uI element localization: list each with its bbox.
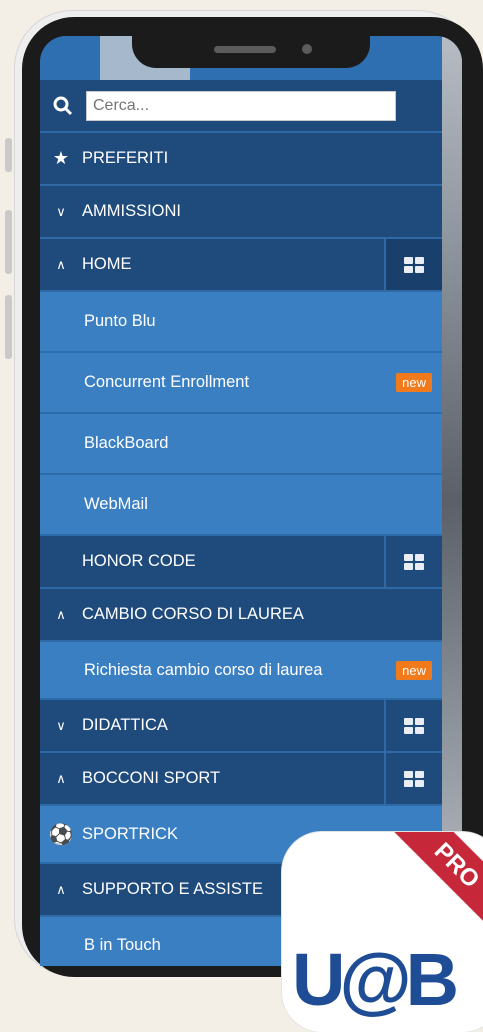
chevron-up-icon: ∧ <box>56 606 66 622</box>
ribbon-label: PRO <box>428 837 483 894</box>
screen: ★ PREFERITI ∨ AMMISSIONI ∧ HOME Punto Bl… <box>40 36 462 966</box>
menu-item-label: HONOR CODE <box>82 552 196 570</box>
menu-item-label: PREFERITI <box>82 149 169 167</box>
front-camera <box>302 44 312 54</box>
volume-up-button <box>5 210 12 274</box>
new-badge: new <box>396 660 432 680</box>
menu-item-label: AMMISSIONI <box>82 202 182 220</box>
speaker-grille <box>214 46 276 53</box>
grid-icon[interactable] <box>384 239 442 290</box>
phone-notch <box>132 36 370 68</box>
submenu-item-label: Punto Blu <box>84 312 156 330</box>
submenu-item-punto-blu[interactable]: Punto Blu <box>40 292 442 353</box>
menu-item-change-course[interactable]: ∧ CAMBIO CORSO DI LAUREA <box>40 589 442 642</box>
menu-item-teaching[interactable]: ∨ DIDATTICA <box>40 700 442 753</box>
menu-item-honor-code[interactable]: HONOR CODE <box>40 536 442 589</box>
grid-icon[interactable] <box>384 700 442 751</box>
search-bar <box>40 80 442 133</box>
grid-icon[interactable] <box>384 536 442 587</box>
chevron-up-icon: ∧ <box>56 256 66 272</box>
grid-icon[interactable] <box>384 753 442 804</box>
app-logo: U@B <box>292 938 459 1021</box>
submenu-item-label: Richiesta cambio corso di laurea <box>84 660 323 679</box>
submenu-item-label: WebMail <box>84 495 148 513</box>
background-photo <box>442 36 462 966</box>
app-icon: PRO U@B <box>282 832 483 1032</box>
new-badge: new <box>396 373 432 392</box>
search-input[interactable] <box>86 90 396 121</box>
chevron-down-icon: ∨ <box>56 717 66 733</box>
mute-switch <box>5 138 12 172</box>
submenu-item-blackboard[interactable]: BlackBoard <box>40 414 442 475</box>
soccer-ball-icon: ⚽ <box>48 823 74 846</box>
submenu-item-change-course-request[interactable]: Richiesta cambio corso di laurea new <box>40 642 442 700</box>
search-icon[interactable] <box>40 96 86 116</box>
chevron-up-icon: ∧ <box>56 770 66 786</box>
menu-item-bocconi-sport[interactable]: ∧ BOCCONI SPORT <box>40 753 442 806</box>
menu-item-label: CAMBIO CORSO DI LAUREA <box>82 605 304 623</box>
pro-ribbon: PRO <box>372 832 483 946</box>
submenu-item-webmail[interactable]: WebMail <box>40 475 442 536</box>
submenu-item-label: Concurrent Enrollment <box>84 373 250 391</box>
volume-down-button <box>5 295 12 359</box>
menu-item-home[interactable]: ∧ HOME <box>40 239 442 292</box>
chevron-up-icon: ∧ <box>56 881 66 897</box>
submenu-item-label: BlackBoard <box>84 434 169 452</box>
menu-item-admissions[interactable]: ∨ AMMISSIONI <box>40 186 442 239</box>
menu-item-favorites[interactable]: ★ PREFERITI <box>40 133 442 186</box>
star-icon: ★ <box>52 148 70 168</box>
chevron-down-icon: ∨ <box>56 203 66 219</box>
submenu-item-concurrent-enrollment[interactable]: Concurrent Enrollment new <box>40 353 442 414</box>
